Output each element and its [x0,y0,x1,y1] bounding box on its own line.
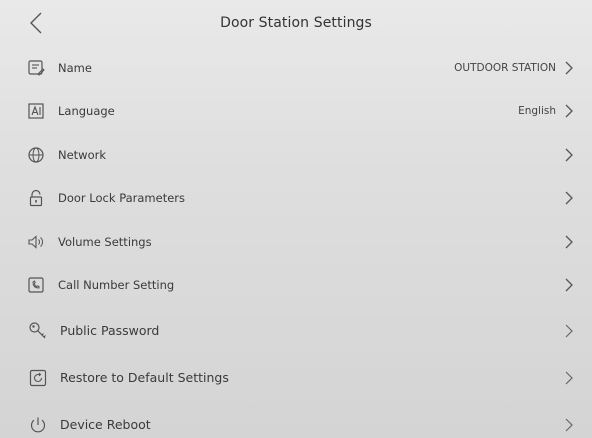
settings-item-public-password[interactable]: Public Password [0,307,592,354]
chevron-right-icon [564,191,574,205]
settings-item-language[interactable]: Language English [0,90,592,134]
settings-item-label: Public Password [60,323,160,338]
header: Door Station Settings [0,0,592,46]
chevron-right-icon [564,104,574,118]
power-icon [28,415,48,435]
back-chevron-icon [30,12,42,34]
settings-item-door-lock[interactable]: Door Lock Parameters [0,177,592,221]
settings-list: Name OUTDOOR STATION Language English Ne… [0,46,592,438]
page-title: Door Station Settings [220,15,372,31]
chevron-right-icon [564,235,574,249]
settings-item-value: OUTDOOR STATION [454,61,556,74]
settings-item-label: Door Lock Parameters [58,191,186,206]
back-button[interactable] [22,9,50,37]
language-icon [26,101,46,121]
chevron-right-icon [564,278,574,292]
chevron-right-icon [564,148,574,162]
chevron-right-icon [564,324,574,338]
settings-item-device-reboot[interactable]: Device Reboot [0,401,592,438]
settings-item-name[interactable]: Name OUTDOOR STATION [0,46,592,90]
chevron-right-icon [564,61,574,75]
settings-item-label: Volume Settings [58,234,152,249]
restore-icon [28,368,48,388]
settings-item-label: Call Number Setting [58,278,175,293]
settings-item-restore-defaults[interactable]: Restore to Default Settings [0,354,592,401]
lock-icon [26,188,46,208]
name-tag-icon [26,58,46,78]
speaker-icon [26,232,46,252]
settings-item-label: Name [58,60,92,75]
settings-item-value: English [518,105,556,118]
key-icon [28,321,48,341]
settings-item-label: Device Reboot [60,417,151,432]
settings-item-label: Language [58,104,115,119]
settings-item-volume[interactable]: Volume Settings [0,220,592,264]
settings-item-network[interactable]: Network [0,133,592,177]
chevron-right-icon [564,371,574,385]
settings-item-call-number[interactable]: Call Number Setting [0,264,592,308]
globe-icon [26,145,46,165]
chevron-right-icon [564,418,574,432]
call-number-icon [26,275,46,295]
settings-item-label: Network [58,147,107,162]
settings-item-label: Restore to Default Settings [60,370,229,385]
door-station-settings-screen: Door Station Settings Name OUTDOOR STATI… [0,0,592,438]
